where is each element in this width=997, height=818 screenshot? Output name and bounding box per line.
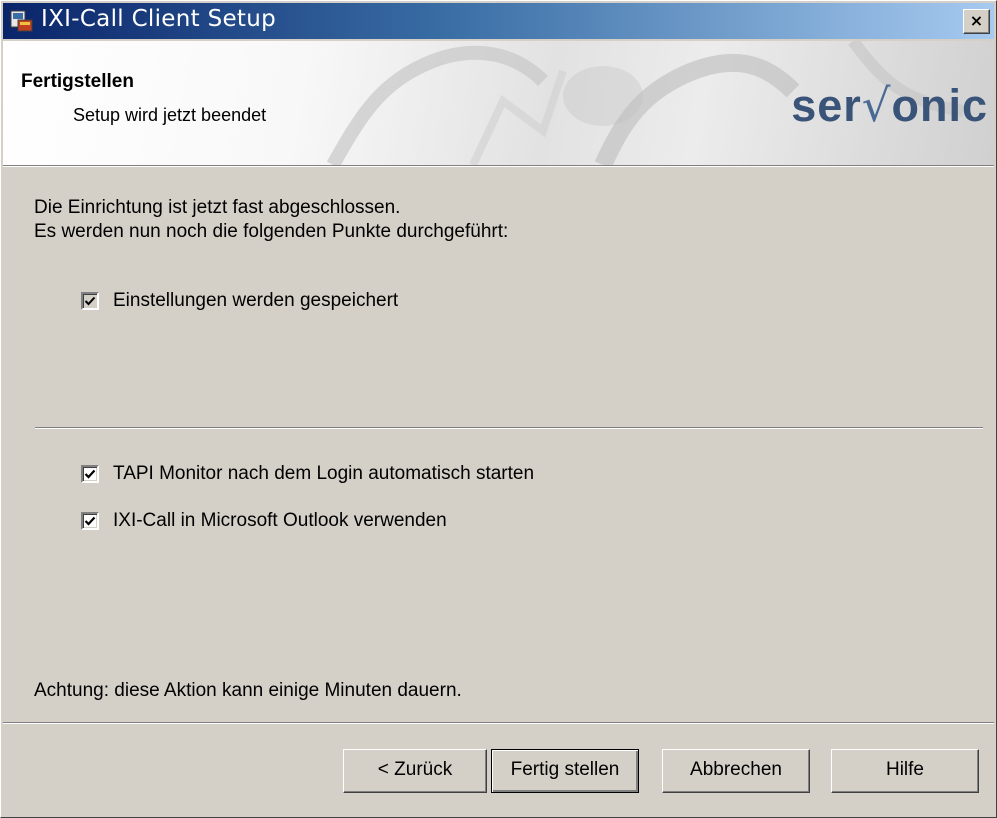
setup-app-icon <box>10 10 33 32</box>
option-tapi-monitor-autostart[interactable]: TAPI Monitor nach dem Login automatisch … <box>81 463 534 485</box>
close-icon: × <box>969 11 984 30</box>
outlook-integration-checkbox[interactable] <box>81 512 99 530</box>
header-divider <box>3 165 994 167</box>
window-title: IXI-Call Client Setup <box>41 6 277 32</box>
task-item-save-settings: Einstellungen werden gespeichert <box>81 290 398 312</box>
help-button[interactable]: Hilfe <box>831 749 979 793</box>
finish-button[interactable]: Fertig stellen <box>491 749 639 793</box>
warning-text: Achtung: diese Aktion kann einige Minute… <box>34 680 462 701</box>
content-divider <box>35 427 983 429</box>
title-bar[interactable]: IXI-Call Client Setup × <box>3 3 994 39</box>
cancel-button[interactable]: Abbrechen <box>662 749 810 793</box>
setup-dialog: IXI-Call Client Setup × Fertigstellen Se… <box>0 0 997 818</box>
intro-line-1: Die Einrichtung ist jetzt fast abgeschlo… <box>34 197 401 218</box>
task-label: Einstellungen werden gespeichert <box>113 290 399 311</box>
back-button[interactable]: < Zurück <box>343 749 487 793</box>
checkmark-icon <box>84 296 96 306</box>
banner-title: Fertigstellen <box>21 71 134 92</box>
banner-subtitle: Setup wird jetzt beendet <box>73 105 267 125</box>
checkmark-icon <box>84 469 96 479</box>
close-button[interactable]: × <box>963 9 990 34</box>
header-banner: Fertigstellen Setup wird jetzt beendet s… <box>3 41 994 165</box>
checkmark-icon <box>84 516 96 526</box>
intro-line-2: Es werden nun noch die folgenden Punkte … <box>34 221 509 242</box>
task-checkbox <box>81 292 99 310</box>
outlook-integration-label[interactable]: IXI-Call in Microsoft Outlook verwenden <box>113 510 447 532</box>
option-outlook-integration[interactable]: IXI-Call in Microsoft Outlook verwenden <box>81 510 447 532</box>
footer-divider <box>3 722 994 724</box>
servonic-logo: ser√onic <box>791 79 988 132</box>
tapi-monitor-label[interactable]: TAPI Monitor nach dem Login automatisch … <box>113 463 534 485</box>
tapi-monitor-checkbox[interactable] <box>81 465 99 483</box>
